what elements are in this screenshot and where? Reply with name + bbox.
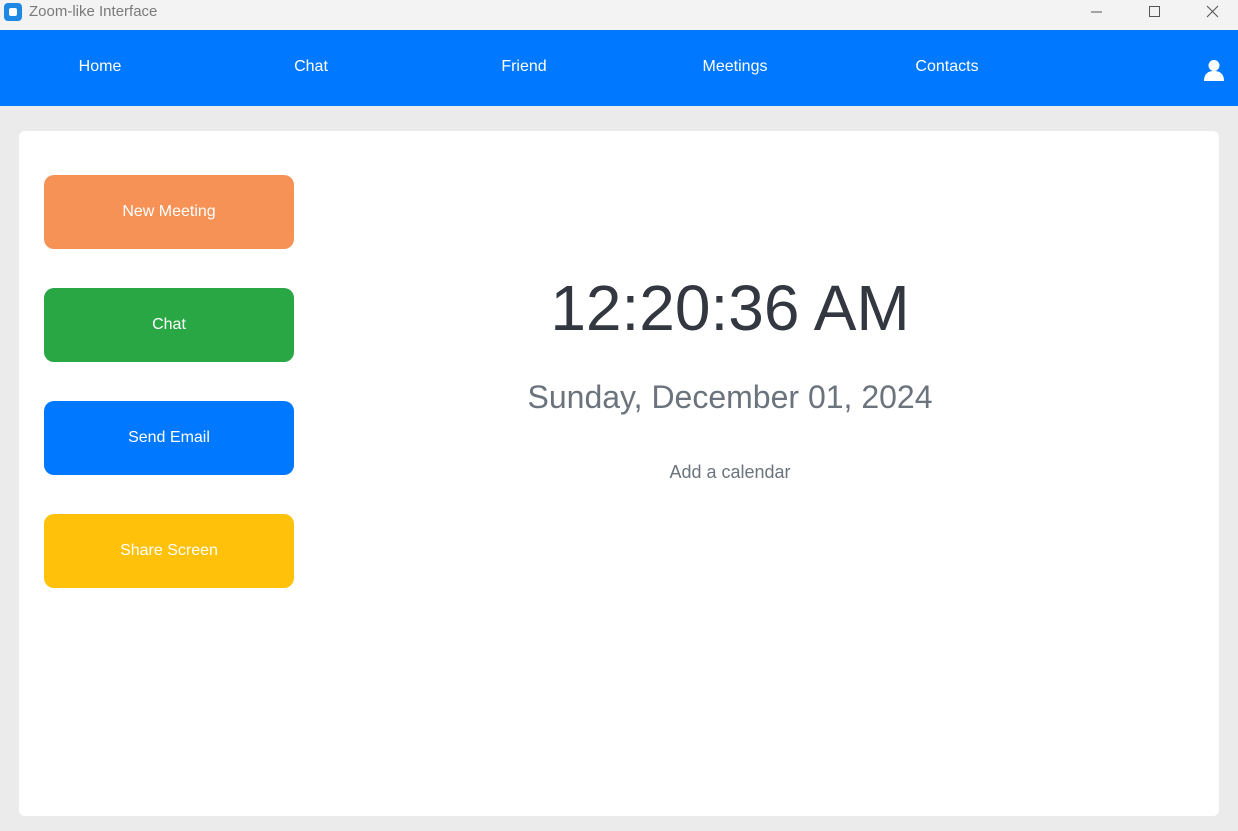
- current-date: Sunday, December 01, 2024: [527, 379, 933, 415]
- user-icon: [1204, 60, 1224, 81]
- nav-item-home[interactable]: Home: [79, 58, 122, 76]
- top-navbar: Home Chat Friend Meetings Contacts: [0, 30, 1238, 106]
- add-calendar-link[interactable]: Add a calendar: [669, 461, 790, 483]
- nav-item-chat[interactable]: Chat: [294, 58, 328, 76]
- nav-item-meetings[interactable]: Meetings: [703, 58, 768, 76]
- close-icon: [1206, 5, 1219, 18]
- send-email-button[interactable]: Send Email: [44, 401, 294, 475]
- maximize-icon: [1149, 6, 1160, 17]
- maximize-button[interactable]: [1132, 0, 1178, 24]
- send-email-label: Send Email: [128, 429, 210, 446]
- nav-item-friend[interactable]: Friend: [501, 58, 546, 76]
- minimize-icon: [1091, 11, 1102, 13]
- user-profile-button[interactable]: [1202, 58, 1226, 82]
- new-meeting-label: New Meeting: [122, 203, 216, 220]
- chat-label: Chat: [152, 316, 186, 333]
- chat-button[interactable]: Chat: [44, 288, 294, 362]
- window-title: Zoom-like Interface: [29, 3, 158, 20]
- clock-time: 12:20:36 AM: [550, 272, 910, 344]
- window-titlebar: Zoom-like Interface: [0, 0, 1238, 30]
- app-logo-icon: [4, 3, 22, 21]
- new-meeting-button[interactable]: New Meeting: [44, 175, 294, 249]
- share-screen-button[interactable]: Share Screen: [44, 514, 294, 588]
- minimize-button[interactable]: [1074, 0, 1120, 24]
- share-screen-label: Share Screen: [120, 542, 218, 559]
- close-button[interactable]: [1190, 0, 1236, 24]
- nav-item-contacts[interactable]: Contacts: [915, 58, 978, 76]
- main-card: New Meeting Chat Send Email Share Screen…: [19, 131, 1219, 816]
